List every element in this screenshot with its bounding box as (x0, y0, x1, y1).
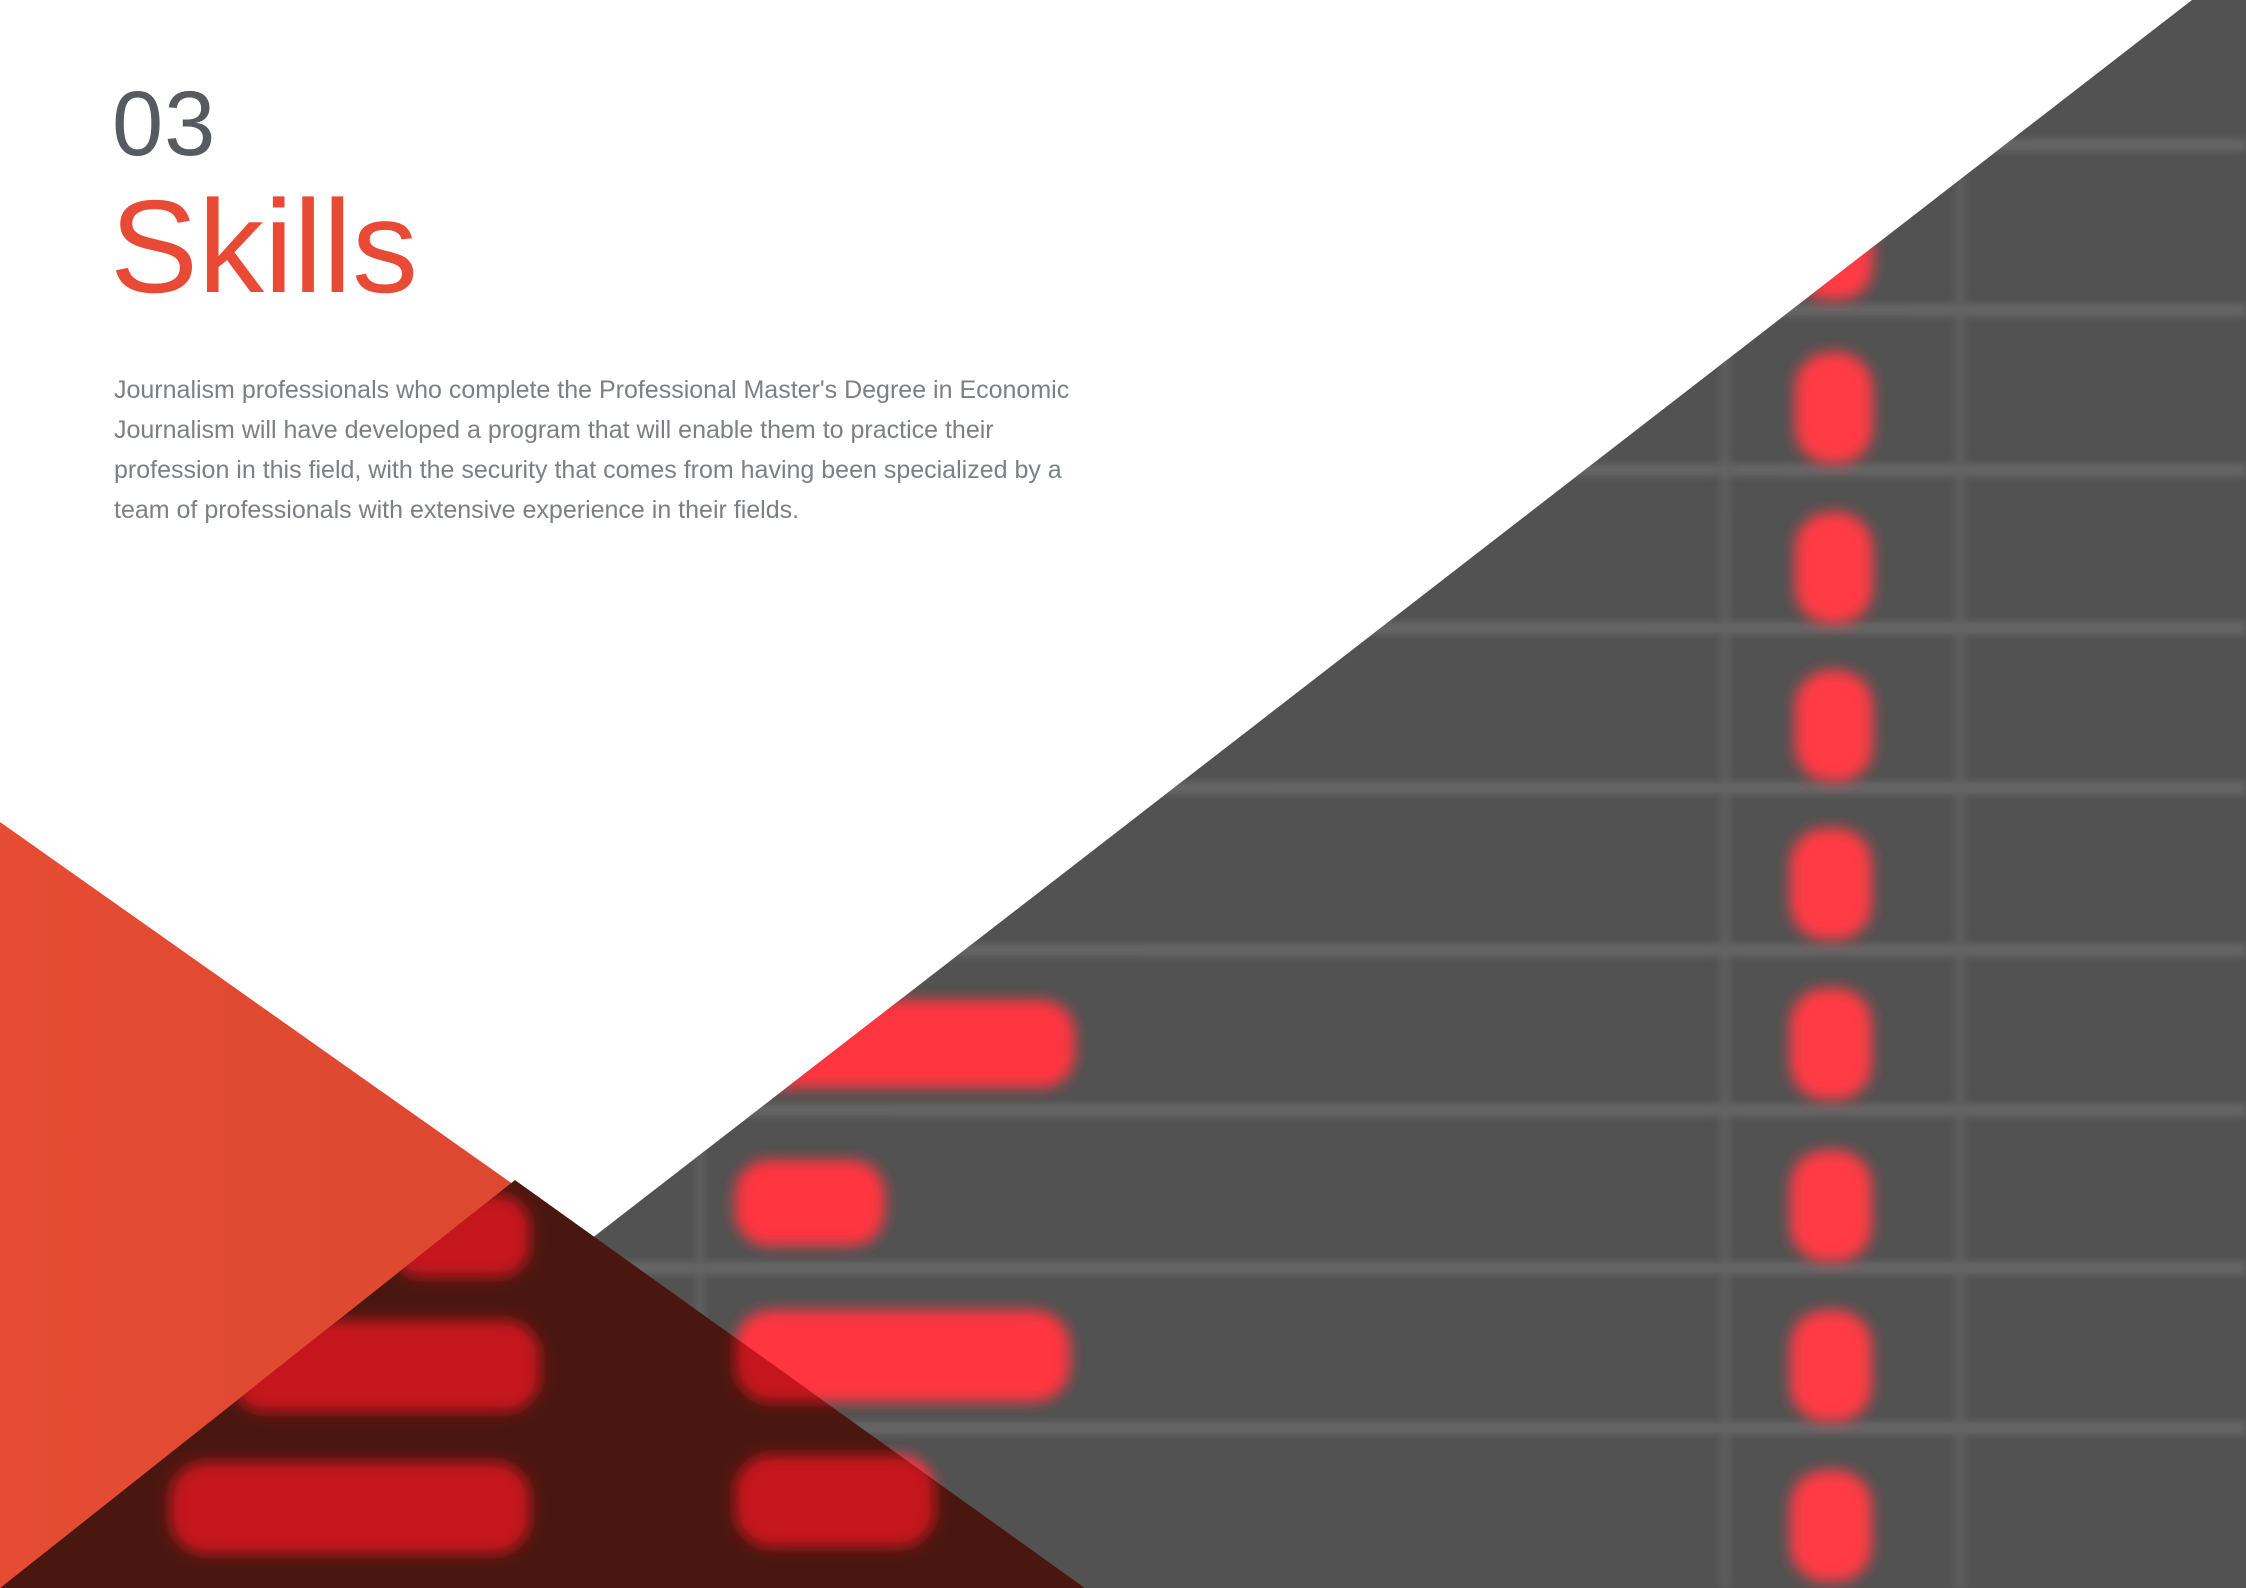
section-description: Journalism professionals who complete th… (114, 376, 1070, 524)
section-title: Skills (110, 173, 419, 320)
section-number: 03 (112, 73, 217, 175)
page: 03 Skills Journalism professionals who c… (0, 0, 2246, 1588)
